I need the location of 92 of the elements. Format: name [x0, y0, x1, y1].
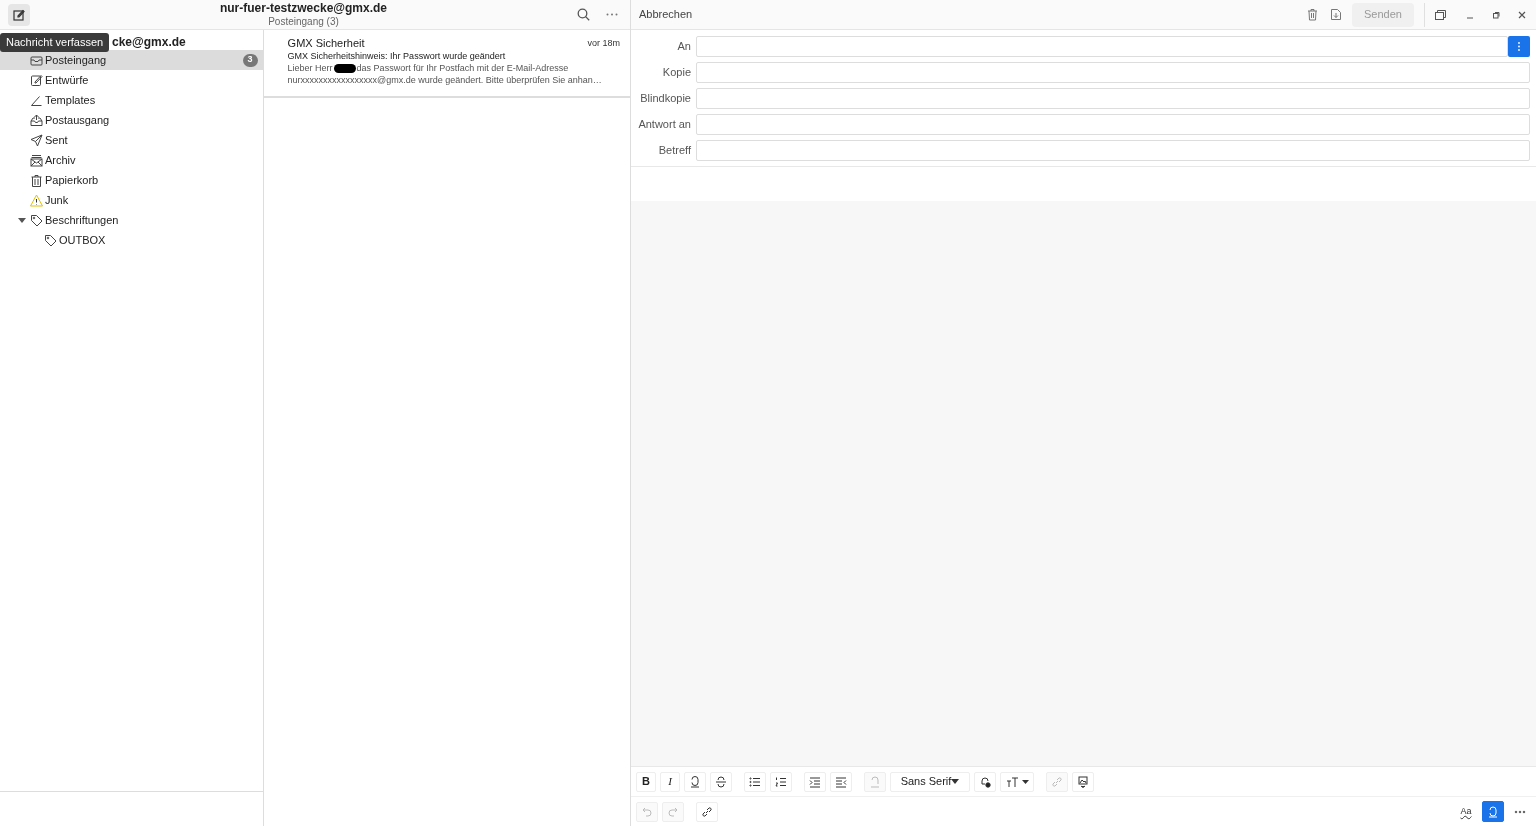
unread-count: 3 [242, 53, 258, 67]
message-preview: das Passwort für Ihr Postfach mit der E-Mail-Adresse [356, 62, 569, 74]
message-time: vor 18m [587, 37, 620, 49]
tooltip: Nachricht verfassen [0, 33, 110, 52]
underline-icon [1487, 805, 1499, 818]
bold-button[interactable]: B [636, 771, 656, 792]
folder-item[interactable]: Archiv [0, 150, 263, 170]
font-size-button[interactable] [1000, 771, 1034, 792]
indent-icon [809, 775, 821, 788]
folder-item[interactable]: Posteingang 3 [0, 50, 263, 70]
folder-item[interactable]: OUTBOX [0, 230, 263, 250]
field-label: An [676, 38, 691, 54]
insert-link-button[interactable] [696, 801, 718, 822]
folder-label: Templates [45, 92, 97, 108]
bullet-list-icon [749, 775, 761, 788]
indent-button[interactable] [804, 771, 826, 792]
link-icon [701, 805, 713, 818]
trash-icon [30, 173, 43, 187]
image-button[interactable] [1072, 771, 1094, 792]
message-sender: GMX Sicherheit [287, 37, 365, 49]
input-field[interactable] [696, 139, 1530, 161]
folder-item[interactable]: Beschriftungen [0, 210, 263, 230]
folder-label: OUTBOX [59, 232, 107, 248]
underline-icon [689, 775, 701, 788]
numbered-list-icon [775, 775, 787, 788]
close-icon[interactable] [1518, 10, 1526, 19]
format-mode-button[interactable] [1482, 801, 1504, 822]
pencil-square-icon [30, 73, 43, 87]
field-label: Antwort an [637, 116, 691, 132]
undo-icon [641, 805, 653, 818]
archive-envelope-icon [30, 153, 43, 167]
image-icon [1077, 775, 1089, 788]
input-field[interactable] [696, 35, 1508, 57]
text-color-icon [979, 775, 991, 788]
envelope-icon [30, 53, 43, 67]
cancel-button[interactable]: Abbrechen [639, 6, 693, 23]
mailbox-title: nur-fuer-testzwecke@gmx.de [219, 0, 388, 16]
strikethrough-button[interactable] [710, 771, 732, 792]
paper-plane-icon [30, 133, 43, 147]
numbered-list-button[interactable] [770, 771, 792, 792]
link-icon [1051, 775, 1063, 788]
folder-label: Junk [45, 192, 70, 208]
save-draft-icon[interactable] [1330, 8, 1342, 21]
folder-label: Posteingang [45, 52, 108, 68]
warning-icon [30, 193, 43, 207]
more-icon[interactable] [606, 13, 618, 16]
maximize-icon[interactable] [1492, 10, 1500, 19]
message-preview: nurxxxxxxxxxxxxxxxxx@gmx.de wurde geändert. Bitte überprüfen Sie anhan… [287, 74, 603, 86]
folder-item[interactable]: Papierkorb [0, 170, 263, 190]
search-icon[interactable] [577, 8, 590, 21]
field-label: Blindkopie [639, 90, 691, 106]
folder-item[interactable]: Sent [0, 130, 263, 150]
input-field[interactable] [696, 61, 1530, 83]
message-subject: GMX Sicherheitshinweis: Ihr Passwort wurde geändert [287, 50, 507, 62]
folder-item[interactable]: Postausgang [0, 110, 263, 130]
tag-icon [30, 213, 43, 227]
outbox-tray-icon [30, 113, 43, 127]
folder-label: Postausgang [45, 112, 111, 128]
contact-options-button[interactable] [1508, 35, 1530, 57]
dropdown-caret-icon [1021, 779, 1029, 784]
dropdown-caret-icon [951, 779, 960, 784]
folder-item[interactable]: Entwürfe [0, 70, 263, 90]
folder-label: Papierkorb [45, 172, 100, 188]
folder-label: Entwürfe [45, 72, 90, 88]
pencil-square-icon [13, 8, 25, 21]
bullet-list-button[interactable] [744, 771, 766, 792]
clear-format-icon [869, 775, 881, 788]
strikethrough-icon [715, 775, 727, 788]
outdent-icon [835, 775, 847, 788]
folder-label: Sent [45, 132, 69, 148]
redo-icon [667, 805, 679, 818]
trash-icon[interactable] [1307, 8, 1318, 21]
input-field[interactable] [696, 87, 1530, 109]
italic-button[interactable]: I [660, 771, 680, 792]
folder-item[interactable]: Junk [0, 190, 263, 210]
folder-label: Beschriftungen [45, 212, 120, 228]
outdent-button[interactable] [830, 771, 852, 792]
expand-caret-icon[interactable] [18, 216, 26, 224]
compose-button[interactable] [8, 3, 30, 26]
mailbox-subtitle: Posteingang (3) [268, 15, 339, 29]
text-color-button[interactable] [974, 771, 996, 792]
font-size-icon [1005, 776, 1019, 787]
tag-icon [44, 233, 57, 247]
folder-item[interactable]: Templates [0, 90, 263, 110]
input-field[interactable] [696, 113, 1530, 135]
font-select[interactable]: Sans Serif [890, 771, 970, 792]
underline-button[interactable] [684, 771, 706, 792]
message-preview: Lieber Herr [287, 62, 333, 74]
folder-label: Archiv [45, 152, 77, 168]
window-icon[interactable] [1435, 9, 1446, 20]
field-label: Kopie [661, 64, 691, 80]
field-label: Betreff [657, 142, 691, 158]
